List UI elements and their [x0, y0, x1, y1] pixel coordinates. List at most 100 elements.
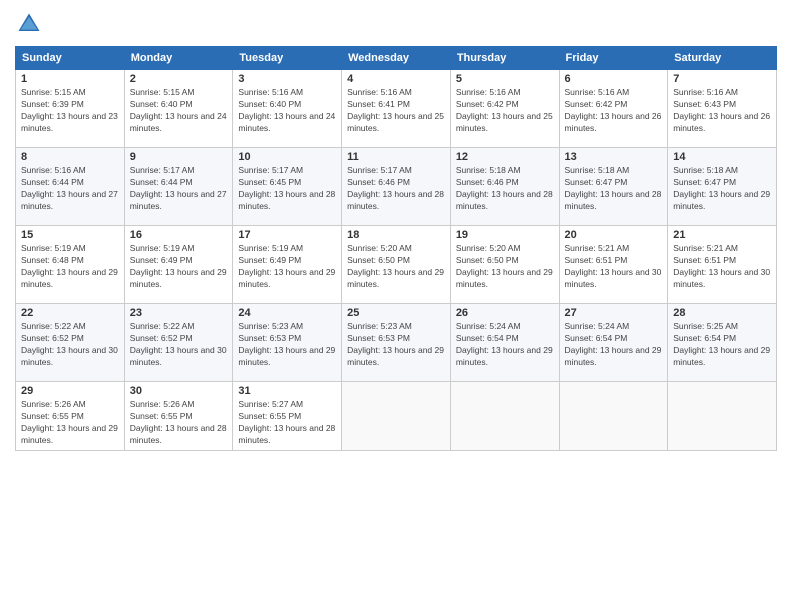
day-number: 31 [238, 385, 336, 397]
day-info: Sunrise: 5:23 AM Sunset: 6:53 PM Dayligh… [347, 321, 445, 369]
table-row [342, 382, 451, 451]
logo [15, 10, 47, 38]
table-row: 14 Sunrise: 5:18 AM Sunset: 6:47 PM Dayl… [668, 148, 777, 226]
day-number: 30 [130, 385, 228, 397]
table-row: 30 Sunrise: 5:26 AM Sunset: 6:55 PM Dayl… [124, 382, 233, 451]
day-info: Sunrise: 5:18 AM Sunset: 6:47 PM Dayligh… [673, 165, 771, 213]
col-wednesday: Wednesday [342, 47, 451, 70]
table-row [559, 382, 668, 451]
header [15, 10, 777, 38]
table-row: 21 Sunrise: 5:21 AM Sunset: 6:51 PM Dayl… [668, 226, 777, 304]
table-row: 16 Sunrise: 5:19 AM Sunset: 6:49 PM Dayl… [124, 226, 233, 304]
col-friday: Friday [559, 47, 668, 70]
day-info: Sunrise: 5:19 AM Sunset: 6:49 PM Dayligh… [130, 243, 228, 291]
day-info: Sunrise: 5:20 AM Sunset: 6:50 PM Dayligh… [347, 243, 445, 291]
day-number: 7 [673, 73, 771, 85]
day-info: Sunrise: 5:16 AM Sunset: 6:40 PM Dayligh… [238, 87, 336, 135]
table-row: 25 Sunrise: 5:23 AM Sunset: 6:53 PM Dayl… [342, 304, 451, 382]
table-row: 17 Sunrise: 5:19 AM Sunset: 6:49 PM Dayl… [233, 226, 342, 304]
col-saturday: Saturday [668, 47, 777, 70]
table-row: 18 Sunrise: 5:20 AM Sunset: 6:50 PM Dayl… [342, 226, 451, 304]
day-info: Sunrise: 5:18 AM Sunset: 6:46 PM Dayligh… [456, 165, 554, 213]
table-row: 28 Sunrise: 5:25 AM Sunset: 6:54 PM Dayl… [668, 304, 777, 382]
day-info: Sunrise: 5:18 AM Sunset: 6:47 PM Dayligh… [565, 165, 663, 213]
table-row: 22 Sunrise: 5:22 AM Sunset: 6:52 PM Dayl… [16, 304, 125, 382]
table-row: 13 Sunrise: 5:18 AM Sunset: 6:47 PM Dayl… [559, 148, 668, 226]
day-number: 15 [21, 229, 119, 241]
day-number: 19 [456, 229, 554, 241]
table-row: 15 Sunrise: 5:19 AM Sunset: 6:48 PM Dayl… [16, 226, 125, 304]
col-sunday: Sunday [16, 47, 125, 70]
table-row: 4 Sunrise: 5:16 AM Sunset: 6:41 PM Dayli… [342, 70, 451, 148]
day-info: Sunrise: 5:17 AM Sunset: 6:45 PM Dayligh… [238, 165, 336, 213]
table-row: 7 Sunrise: 5:16 AM Sunset: 6:43 PM Dayli… [668, 70, 777, 148]
day-info: Sunrise: 5:25 AM Sunset: 6:54 PM Dayligh… [673, 321, 771, 369]
day-number: 3 [238, 73, 336, 85]
day-info: Sunrise: 5:21 AM Sunset: 6:51 PM Dayligh… [673, 243, 771, 291]
col-tuesday: Tuesday [233, 47, 342, 70]
day-number: 27 [565, 307, 663, 319]
day-number: 5 [456, 73, 554, 85]
table-row: 8 Sunrise: 5:16 AM Sunset: 6:44 PM Dayli… [16, 148, 125, 226]
day-info: Sunrise: 5:22 AM Sunset: 6:52 PM Dayligh… [21, 321, 119, 369]
day-info: Sunrise: 5:16 AM Sunset: 6:42 PM Dayligh… [456, 87, 554, 135]
day-number: 1 [21, 73, 119, 85]
table-row: 24 Sunrise: 5:23 AM Sunset: 6:53 PM Dayl… [233, 304, 342, 382]
logo-icon [15, 10, 43, 38]
page-container: Sunday Monday Tuesday Wednesday Thursday… [0, 0, 792, 612]
table-row: 6 Sunrise: 5:16 AM Sunset: 6:42 PM Dayli… [559, 70, 668, 148]
table-row: 5 Sunrise: 5:16 AM Sunset: 6:42 PM Dayli… [450, 70, 559, 148]
day-info: Sunrise: 5:19 AM Sunset: 6:48 PM Dayligh… [21, 243, 119, 291]
day-info: Sunrise: 5:17 AM Sunset: 6:46 PM Dayligh… [347, 165, 445, 213]
table-row: 27 Sunrise: 5:24 AM Sunset: 6:54 PM Dayl… [559, 304, 668, 382]
day-info: Sunrise: 5:24 AM Sunset: 6:54 PM Dayligh… [565, 321, 663, 369]
day-info: Sunrise: 5:20 AM Sunset: 6:50 PM Dayligh… [456, 243, 554, 291]
col-thursday: Thursday [450, 47, 559, 70]
day-info: Sunrise: 5:16 AM Sunset: 6:43 PM Dayligh… [673, 87, 771, 135]
day-info: Sunrise: 5:16 AM Sunset: 6:42 PM Dayligh… [565, 87, 663, 135]
day-number: 20 [565, 229, 663, 241]
table-row: 1 Sunrise: 5:15 AM Sunset: 6:39 PM Dayli… [16, 70, 125, 148]
calendar-table: Sunday Monday Tuesday Wednesday Thursday… [15, 46, 777, 451]
day-number: 29 [21, 385, 119, 397]
day-number: 21 [673, 229, 771, 241]
day-info: Sunrise: 5:16 AM Sunset: 6:41 PM Dayligh… [347, 87, 445, 135]
day-number: 4 [347, 73, 445, 85]
day-info: Sunrise: 5:26 AM Sunset: 6:55 PM Dayligh… [21, 399, 119, 447]
day-info: Sunrise: 5:17 AM Sunset: 6:44 PM Dayligh… [130, 165, 228, 213]
table-row: 19 Sunrise: 5:20 AM Sunset: 6:50 PM Dayl… [450, 226, 559, 304]
table-row: 20 Sunrise: 5:21 AM Sunset: 6:51 PM Dayl… [559, 226, 668, 304]
day-number: 23 [130, 307, 228, 319]
col-monday: Monday [124, 47, 233, 70]
day-number: 24 [238, 307, 336, 319]
day-number: 26 [456, 307, 554, 319]
day-number: 17 [238, 229, 336, 241]
day-number: 6 [565, 73, 663, 85]
day-number: 10 [238, 151, 336, 163]
day-number: 12 [456, 151, 554, 163]
day-number: 9 [130, 151, 228, 163]
day-number: 13 [565, 151, 663, 163]
day-number: 22 [21, 307, 119, 319]
day-number: 14 [673, 151, 771, 163]
day-number: 25 [347, 307, 445, 319]
day-info: Sunrise: 5:15 AM Sunset: 6:39 PM Dayligh… [21, 87, 119, 135]
day-number: 11 [347, 151, 445, 163]
day-info: Sunrise: 5:23 AM Sunset: 6:53 PM Dayligh… [238, 321, 336, 369]
day-info: Sunrise: 5:15 AM Sunset: 6:40 PM Dayligh… [130, 87, 228, 135]
day-number: 2 [130, 73, 228, 85]
table-row: 2 Sunrise: 5:15 AM Sunset: 6:40 PM Dayli… [124, 70, 233, 148]
day-number: 16 [130, 229, 228, 241]
day-info: Sunrise: 5:26 AM Sunset: 6:55 PM Dayligh… [130, 399, 228, 447]
table-row: 23 Sunrise: 5:22 AM Sunset: 6:52 PM Dayl… [124, 304, 233, 382]
table-row [450, 382, 559, 451]
table-row: 10 Sunrise: 5:17 AM Sunset: 6:45 PM Dayl… [233, 148, 342, 226]
table-row [668, 382, 777, 451]
day-number: 18 [347, 229, 445, 241]
table-row: 11 Sunrise: 5:17 AM Sunset: 6:46 PM Dayl… [342, 148, 451, 226]
day-number: 28 [673, 307, 771, 319]
table-row: 12 Sunrise: 5:18 AM Sunset: 6:46 PM Dayl… [450, 148, 559, 226]
day-info: Sunrise: 5:21 AM Sunset: 6:51 PM Dayligh… [565, 243, 663, 291]
day-info: Sunrise: 5:22 AM Sunset: 6:52 PM Dayligh… [130, 321, 228, 369]
day-info: Sunrise: 5:16 AM Sunset: 6:44 PM Dayligh… [21, 165, 119, 213]
